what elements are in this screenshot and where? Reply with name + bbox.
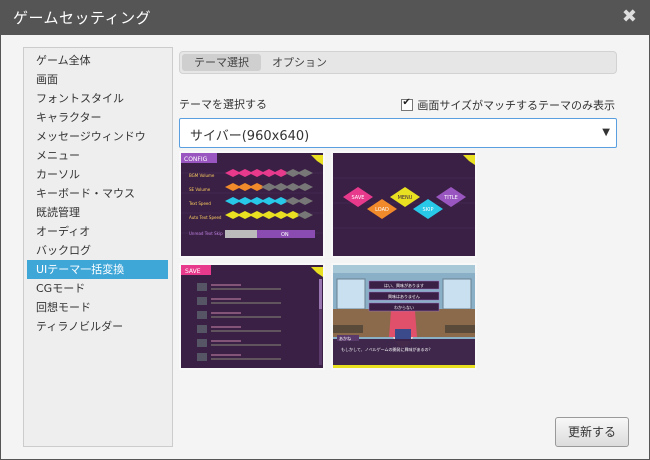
config-row-skip: Unread Text Skip [189, 231, 223, 236]
sidebar-item-ui-theme[interactable]: UIテーマ一括変換 [27, 260, 168, 279]
tab-bar: テーマ選択 オプション [179, 51, 617, 74]
save-tag-text: SAVE [185, 268, 201, 275]
menu-btn-menu: MENU [398, 195, 413, 201]
game-choice-2: 興味はありません [388, 293, 420, 299]
sidebar-item-font-style[interactable]: フォントスタイル [27, 89, 168, 108]
update-button[interactable]: 更新する [555, 417, 629, 447]
sidebar-item-screen[interactable]: 画面 [27, 70, 168, 89]
sidebar-item-tyrano-builder[interactable]: ティラノビルダー [27, 317, 168, 336]
close-icon[interactable]: ✖ [622, 6, 637, 27]
tab-options[interactable]: オプション [260, 54, 339, 71]
menu-btn-save: SAVE [352, 195, 365, 201]
theme-dropdown[interactable]: サイバー(960x640) ▼ [179, 118, 617, 148]
theme-preview-save[interactable]: SAVE [179, 263, 325, 370]
sidebar-item-read-management[interactable]: 既読管理 [27, 203, 168, 222]
sidebar-item-message-window[interactable]: メッセージウィンドウ [27, 127, 168, 146]
settings-dialog: ゲームセッティング ✖ ゲーム全体 画面 フォントスタイル キャラクター メッセ… [0, 0, 650, 460]
sidebar-item-backlog[interactable]: バックログ [27, 241, 168, 260]
sidebar-item-keyboard-mouse[interactable]: キーボード・マウス [27, 184, 168, 203]
theme-preview-game[interactable]: はい、興味があります 興味はありません わからない あかね もしかして、ノベルゲ… [331, 263, 477, 370]
sidebar-item-cg-mode[interactable]: CGモード [27, 279, 168, 298]
save-preview-image: SAVE [181, 265, 323, 368]
menu-preview-image: SAVE LOAD MENU TITLE SKIP [333, 153, 475, 256]
sidebar-item-cursor[interactable]: カーソル [27, 165, 168, 184]
menu-btn-load: LOAD [375, 207, 389, 213]
theme-preview-menu[interactable]: SAVE LOAD MENU TITLE SKIP [331, 151, 477, 258]
window-title: ゲームセッティング [13, 9, 152, 27]
game-choice-1: はい、興味があります [384, 282, 424, 288]
settings-sidebar: ゲーム全体 画面 フォントスタイル キャラクター メッセージウィンドウ メニュー… [23, 47, 173, 447]
sidebar-item-menu[interactable]: メニュー [27, 146, 168, 165]
sidebar-item-character[interactable]: キャラクター [27, 108, 168, 127]
config-tag-text: CONFIG [184, 156, 208, 163]
theme-preview-config[interactable]: CONFIG BGM Volume SE Volume Text Speed A… [179, 151, 325, 258]
game-preview-image: はい、興味があります 興味はありません わからない あかね もしかして、ノベルゲ… [333, 265, 475, 368]
config-preview-image: CONFIG BGM Volume SE Volume Text Speed A… [181, 153, 323, 256]
config-row-text: Text Speed [188, 201, 211, 206]
sidebar-item-audio[interactable]: オーディオ [27, 222, 168, 241]
game-speaker-name: あかね [339, 335, 351, 341]
config-row-auto: Auto Text Speed [189, 215, 222, 220]
config-row-se: SE Volume [189, 187, 211, 192]
sidebar-item-recollection-mode[interactable]: 回想モード [27, 298, 168, 317]
config-row-bgm: BGM Volume [189, 173, 215, 178]
tab-theme-select[interactable]: テーマ選択 [182, 54, 261, 71]
match-size-checkbox[interactable] [401, 97, 414, 111]
sidebar-item-game[interactable]: ゲーム全体 [27, 51, 168, 70]
dropdown-arrow-icon: ▼ [602, 127, 610, 138]
match-size-option[interactable]: 画面サイズがマッチするテーマのみ表示 [401, 97, 615, 113]
menu-btn-skip: SKIP [423, 207, 434, 213]
menu-btn-title: TITLE [443, 195, 458, 201]
theme-dropdown-value: サイバー(960x640) [190, 129, 310, 144]
theme-select-label: テーマを選択する [179, 98, 267, 111]
match-size-label: 画面サイズがマッチするテーマのみ表示 [417, 99, 615, 112]
game-choice-3: わからない [394, 304, 414, 310]
game-dialog-text: もしかして、ノベルゲームの開発に興味があるの？ [341, 346, 433, 352]
config-toggle-text: ON [281, 232, 289, 238]
title-bar: ゲームセッティング ✖ [1, 1, 649, 35]
theme-preview-grid: CONFIG BGM Volume SE Volume Text Speed A… [179, 151, 479, 373]
